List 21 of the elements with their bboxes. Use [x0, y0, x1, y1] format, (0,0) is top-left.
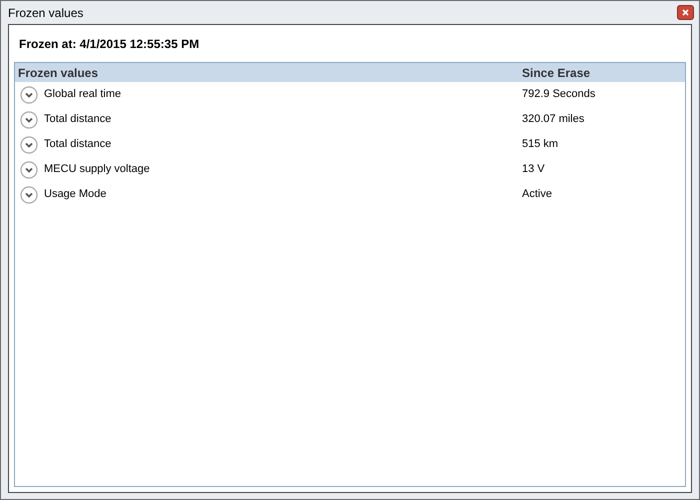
column-header: Since Erase	[522, 64, 590, 82]
expand-icon[interactable]	[20, 160, 38, 178]
value-reading: 320.07 miles	[522, 112, 584, 128]
expand-icon[interactable]	[20, 110, 38, 128]
frozen-timestamp: Frozen at: 4/1/2015 12:55:35 PM	[18, 36, 200, 52]
expand-icon[interactable]	[20, 186, 38, 204]
window-title: Frozen values	[8, 4, 84, 22]
value-reading: 515 km	[522, 137, 558, 152]
column-header: Frozen values	[17, 64, 100, 82]
expand-icon[interactable]	[20, 136, 38, 154]
close-button[interactable]	[677, 5, 694, 20]
value-reading: 792.9 Seconds	[522, 87, 596, 102]
value-name: MECU supply voltage	[44, 162, 150, 178]
value-name: Total distance	[44, 112, 112, 128]
value-reading: 13 V	[522, 162, 545, 178]
close-icon	[682, 9, 689, 16]
value-name: Usage Mode	[44, 187, 106, 202]
value-name: Global real time	[44, 87, 122, 102]
value-name: Total distance	[44, 137, 112, 152]
value-reading: Active	[522, 187, 552, 202]
expand-icon[interactable]	[20, 86, 38, 104]
